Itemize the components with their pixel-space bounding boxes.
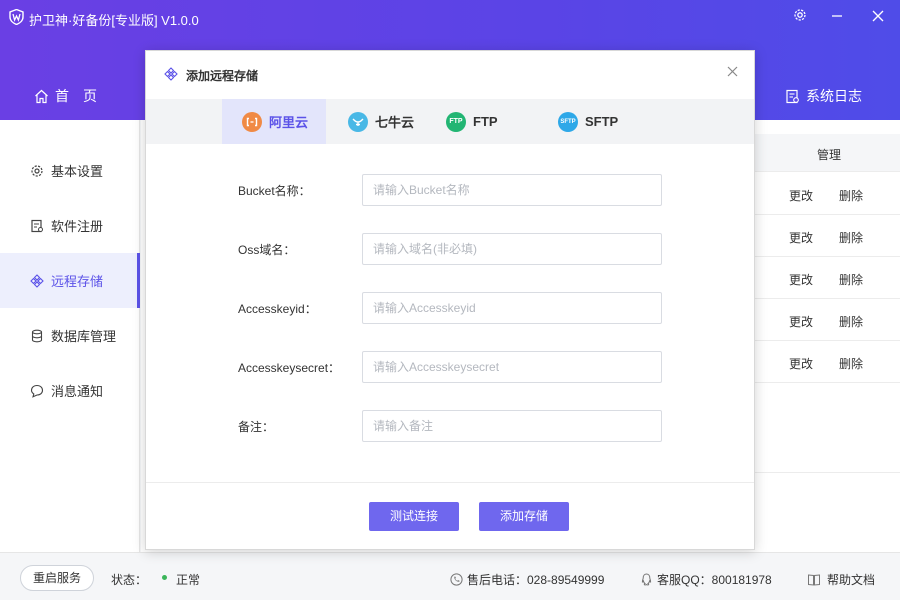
- database-icon: [31, 329, 43, 342]
- app-title: 护卫神·好备份[专业版] V1.0.0: [29, 13, 199, 28]
- oss-domain-input[interactable]: [362, 233, 662, 265]
- form-row-accesskeysecret: Accesskeysecret：: [146, 351, 754, 383]
- tab-label: SFTP: [585, 114, 619, 129]
- status-value: 正常: [176, 573, 201, 587]
- form-row-accesskeyid: Accesskeyid：: [146, 292, 754, 324]
- sidebar-item-notifications[interactable]: 消息通知: [0, 363, 139, 418]
- sidebar-item-label: 数据库管理: [51, 329, 117, 344]
- delete-link[interactable]: 删除: [839, 313, 863, 330]
- remote-storage-icon: [164, 67, 178, 81]
- edit-link[interactable]: 更改: [789, 187, 813, 204]
- oss-domain-label: Oss域名：: [238, 243, 296, 257]
- help-docs-link[interactable]: 帮助文档: [807, 571, 875, 588]
- delete-link[interactable]: 删除: [839, 355, 863, 372]
- support-phone: 售后电话：028-89549999: [450, 571, 604, 588]
- bucket-name-input[interactable]: [362, 174, 662, 206]
- sidebar-item-basic-settings[interactable]: 基本设置: [0, 143, 139, 198]
- ftp-icon: FTP: [446, 111, 466, 132]
- status-dot-icon: [162, 575, 167, 580]
- delete-link[interactable]: 删除: [839, 187, 863, 204]
- delete-link[interactable]: 删除: [839, 229, 863, 246]
- sftp-icon: SFTP: [558, 111, 578, 132]
- accesskeyid-label: Accesskeyid：: [238, 302, 317, 316]
- remark-input[interactable]: [362, 410, 662, 442]
- test-connection-button[interactable]: 测试连接: [369, 502, 459, 531]
- table-row: 更改 删除: [754, 215, 900, 257]
- accesskeysecret-input[interactable]: [362, 351, 662, 383]
- tab-label: 阿里云: [269, 115, 309, 130]
- edit-link[interactable]: 更改: [789, 355, 813, 372]
- form-row-bucket: Bucket名称：: [146, 174, 754, 206]
- status-bar: 重启服务 状态： 正常 售后电话：028-89549999 客服QQ：80018…: [0, 552, 900, 600]
- edit-link[interactable]: 更改: [789, 229, 813, 246]
- delete-link[interactable]: 删除: [839, 271, 863, 288]
- help-docs-label: 帮助文档: [827, 573, 876, 587]
- accesskeyid-input[interactable]: [362, 292, 662, 324]
- edit-link[interactable]: 更改: [789, 271, 813, 288]
- form-row-remark: 备注：: [146, 410, 754, 442]
- log-icon: [786, 89, 799, 103]
- sidebar-item-label: 软件注册: [51, 219, 104, 234]
- tab-label: 七牛云: [375, 115, 415, 130]
- home-icon: [35, 89, 48, 103]
- sidebar-item-registration[interactable]: 软件注册: [0, 198, 139, 253]
- nav-home-label: 首 页: [55, 88, 97, 104]
- tab-qiniu[interactable]: 七牛云: [330, 99, 432, 144]
- remark-label: 备注：: [238, 420, 275, 434]
- table-header-manage: 管理: [817, 148, 842, 162]
- support-phone-text: 售后电话：028-89549999: [467, 573, 605, 587]
- title-bar: 护卫神·好备份[专业版] V1.0.0: [0, 0, 900, 34]
- nav-system-log[interactable]: 系统日志: [785, 86, 862, 106]
- tab-label: FTP: [473, 114, 498, 129]
- dialog-title: 添加远程存储: [186, 69, 259, 83]
- close-window-icon[interactable]: [869, 8, 887, 26]
- table-row: 更改 删除: [754, 257, 900, 299]
- settings-icon[interactable]: [791, 8, 809, 26]
- table-row: 更改 删除: [754, 173, 900, 215]
- dialog-footer-divider: [146, 482, 754, 483]
- sidebar-item-label: 消息通知: [51, 384, 104, 399]
- accesskeysecret-label: Accesskeysecret：: [238, 361, 341, 375]
- register-icon: [31, 219, 43, 232]
- aliyun-icon: [242, 111, 262, 132]
- sidebar-item-database[interactable]: 数据库管理: [0, 308, 139, 363]
- restart-service-button[interactable]: 重启服务: [20, 565, 94, 591]
- table-bottom-divider: [754, 472, 900, 473]
- sidebar-item-label: 远程存储: [51, 274, 104, 289]
- shield-logo-icon: [9, 9, 24, 25]
- tab-ftp[interactable]: FTP FTP: [428, 99, 516, 144]
- close-icon[interactable]: [724, 65, 740, 81]
- sidebar-item-label: 基本设置: [51, 164, 104, 179]
- provider-tabs: 阿里云 七牛云 FTP FTP SFTP SFTP: [146, 99, 754, 144]
- form-row-oss-domain: Oss域名：: [146, 233, 754, 265]
- table-row: 更改 删除: [754, 299, 900, 341]
- minimize-icon[interactable]: [828, 8, 846, 26]
- support-qq: 客服QQ：800181978: [640, 571, 772, 588]
- table-row: 更改 删除: [754, 341, 900, 383]
- status-label: 状态：: [111, 573, 148, 587]
- book-icon: [808, 574, 820, 586]
- qq-icon: [641, 573, 652, 586]
- add-remote-storage-dialog: 添加远程存储 阿里云 七牛云 FTP FTP SFTP SFTP Bucket名…: [145, 50, 755, 550]
- support-qq-text: 客服QQ：800181978: [657, 573, 772, 587]
- edit-link[interactable]: 更改: [789, 313, 813, 330]
- nav-home[interactable]: 首 页: [34, 86, 97, 106]
- tab-sftp[interactable]: SFTP SFTP: [540, 99, 636, 144]
- tab-aliyun[interactable]: 阿里云: [222, 99, 326, 144]
- nav-log-label: 系统日志: [806, 88, 862, 104]
- qiniu-icon: [348, 111, 368, 132]
- add-storage-button[interactable]: 添加存储: [479, 502, 569, 531]
- dialog-header: 添加远程存储: [146, 51, 754, 99]
- sidebar-item-remote-storage[interactable]: 远程存储: [0, 253, 140, 308]
- remote-storage-icon: [30, 273, 44, 288]
- table-header: 管理: [754, 134, 900, 172]
- sidebar: 基本设置 软件注册 远程存储 数据库管理 消息通知: [0, 120, 140, 552]
- bucket-name-label: Bucket名称：: [238, 184, 311, 198]
- message-icon: [30, 384, 44, 398]
- phone-icon: [450, 573, 463, 586]
- gear-icon: [31, 164, 43, 177]
